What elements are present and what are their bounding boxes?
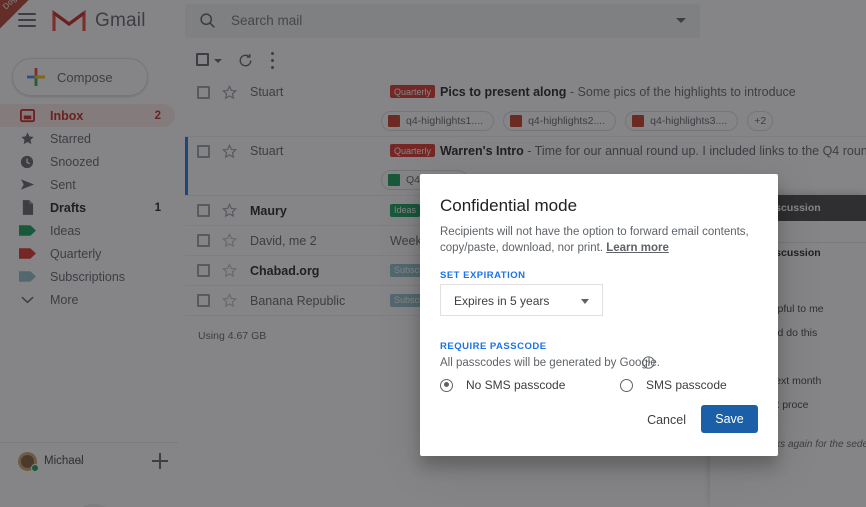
cancel-button[interactable]: Cancel: [647, 413, 686, 427]
dialog-description: Recipients will not have the option to f…: [440, 224, 758, 256]
confidential-mode-dialog: Confidential mode Recipients will not ha…: [420, 174, 778, 456]
require-passcode-heading: REQUIRE PASSCODE: [440, 341, 547, 352]
help-circle-icon[interactable]: ?: [642, 356, 655, 369]
learn-more-link[interactable]: Learn more: [606, 242, 669, 254]
gmail-app-window: Gmail Dogfood: [0, 0, 866, 507]
set-expiration-heading: SET EXPIRATION: [440, 270, 526, 281]
save-button[interactable]: Save: [701, 405, 758, 433]
chevron-down-icon: [581, 299, 589, 304]
radio-sms-passcode[interactable]: SMS passcode: [620, 378, 727, 392]
radio-no-sms-passcode[interactable]: No SMS passcode: [440, 378, 565, 392]
dialog-description-text: Recipients will not have the option to f…: [440, 226, 749, 254]
expiration-select[interactable]: Expires in 5 years: [440, 284, 603, 316]
expiration-selected-value: Expires in 5 years: [454, 294, 550, 308]
radio-label: No SMS passcode: [466, 378, 566, 392]
radio-button-icon: [440, 378, 453, 392]
passcode-note: All passcodes will be generated by Googl…: [440, 357, 660, 369]
dialog-title: Confidential mode: [440, 196, 578, 215]
svg-text:?: ?: [646, 358, 650, 367]
radio-button-icon: [620, 378, 633, 392]
radio-label: SMS passcode: [646, 378, 727, 392]
passcode-radio-group: No SMS passcode SMS passcode: [440, 378, 758, 398]
